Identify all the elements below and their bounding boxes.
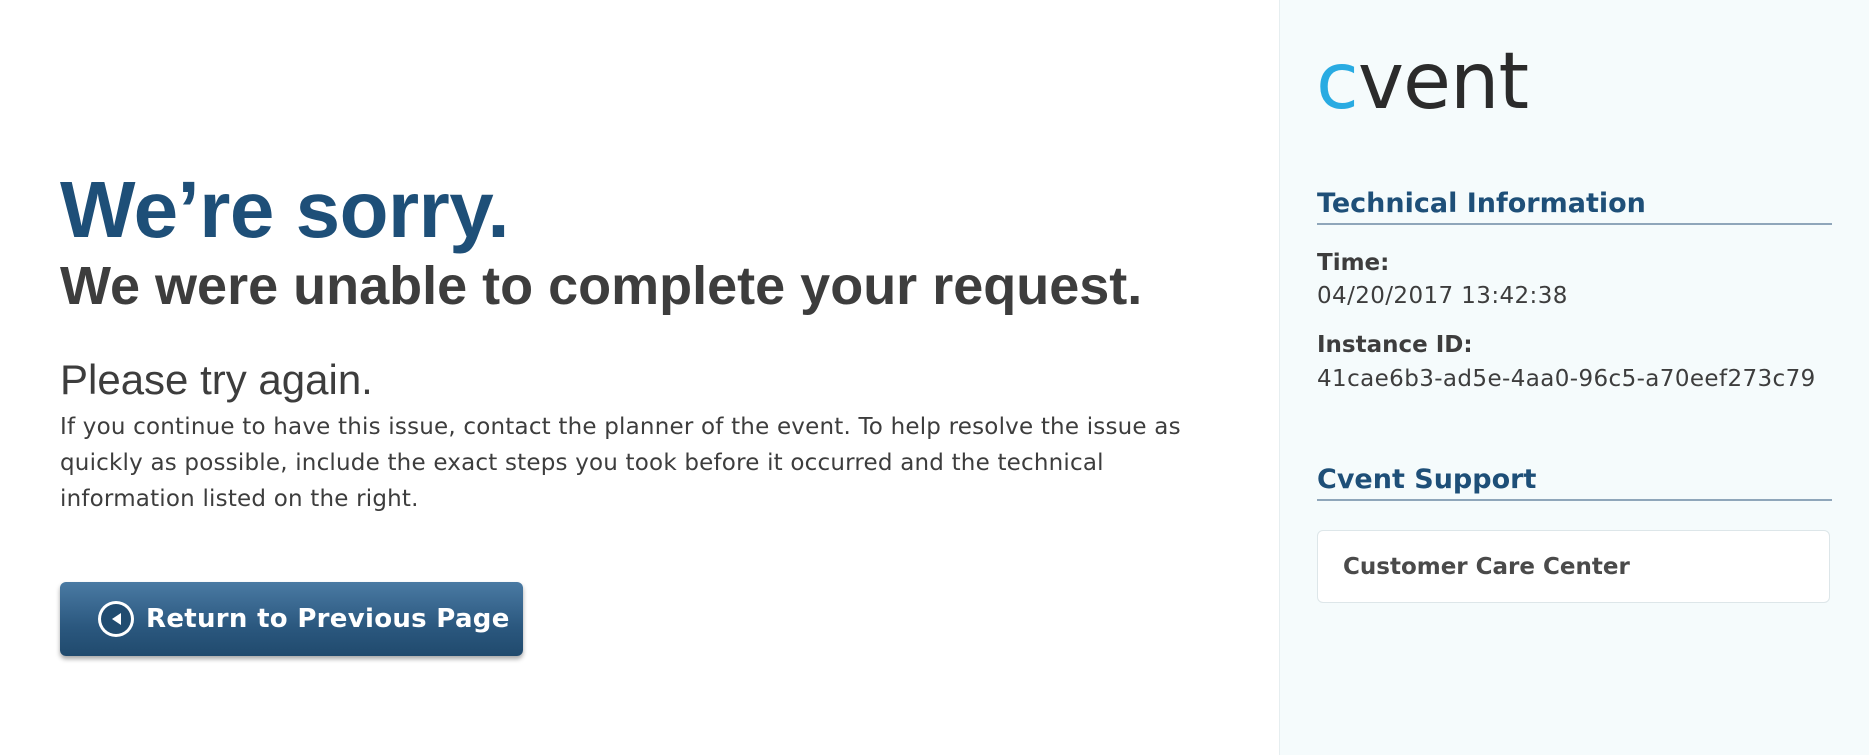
help-text: If you continue to have this issue, cont… xyxy=(60,414,1181,512)
try-again-text: Please try again. xyxy=(60,356,373,403)
instance-id-value: 41cae6b3-ad5e-4aa0-96c5-a70eef273c79 xyxy=(1317,366,1816,392)
cvent-support-title: Cvent Support xyxy=(1317,463,1832,501)
svg-text:cvent: cvent xyxy=(1316,48,1528,122)
customer-care-center-link[interactable]: Customer Care Center xyxy=(1317,530,1830,603)
technical-information-title: Technical Information xyxy=(1317,187,1832,225)
cvent-logo: cvent xyxy=(1316,48,1529,122)
return-button-label: Return to Previous Page xyxy=(146,604,510,634)
time-value: 04/20/2017 13:42:38 xyxy=(1317,283,1568,309)
chevron-left-icon xyxy=(98,601,134,637)
page-title: We’re sorry. xyxy=(60,165,510,254)
instance-id-label: Instance ID: xyxy=(1317,332,1473,358)
return-to-previous-page-button[interactable]: Return to Previous Page xyxy=(60,582,523,656)
customer-care-center-label: Customer Care Center xyxy=(1343,553,1630,580)
error-subtitle: We were unable to complete your request. xyxy=(60,256,1143,316)
time-label: Time: xyxy=(1317,250,1390,276)
error-page: We’re sorry. We were unable to complete … xyxy=(0,0,1869,755)
main-content: We’re sorry. We were unable to complete … xyxy=(0,0,1280,755)
error-message: We’re sorry. We were unable to complete … xyxy=(60,165,1240,517)
